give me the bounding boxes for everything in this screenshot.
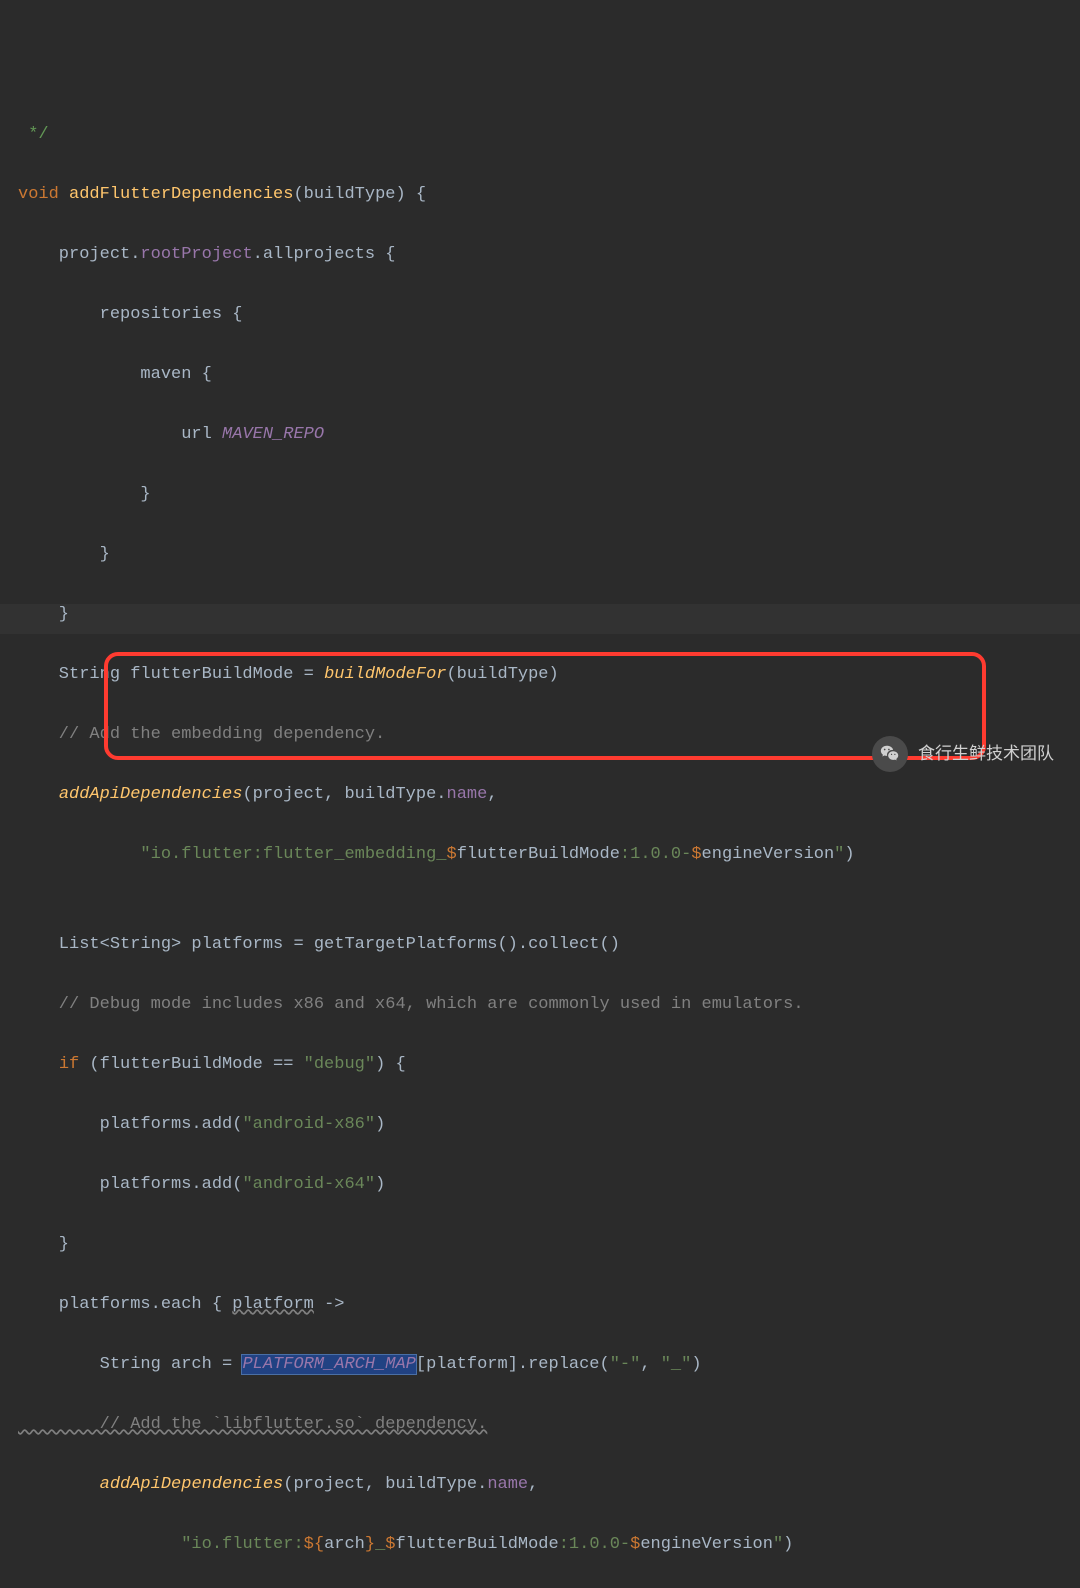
code-editor[interactable]: */ void addFlutterDependencies(buildType… bbox=[0, 0, 1080, 1588]
watermark-text: 食行生鲜技术团队 bbox=[918, 739, 1054, 769]
wechat-icon bbox=[872, 736, 908, 772]
watermark: 食行生鲜技术团队 bbox=[872, 736, 1054, 772]
selected-identifier[interactable]: PLATFORM_ARCH_MAP bbox=[242, 1355, 415, 1374]
code-content: */ void addFlutterDependencies(buildType… bbox=[18, 90, 1080, 1588]
